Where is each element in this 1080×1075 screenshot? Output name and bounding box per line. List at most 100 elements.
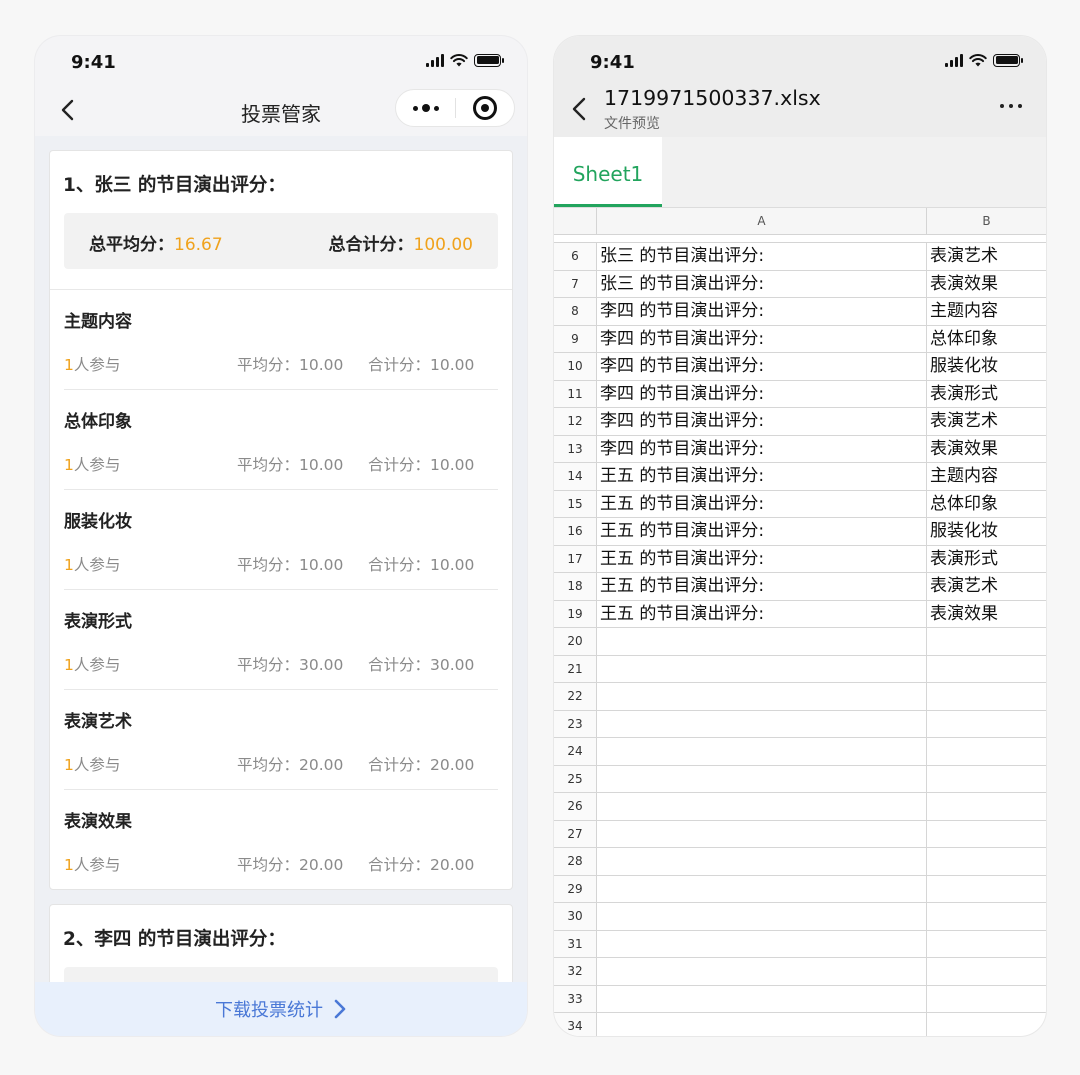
- cell-b[interactable]: 表演效果: [927, 601, 1046, 628]
- table-row: 28: [554, 848, 1046, 876]
- cell-a[interactable]: [597, 903, 927, 930]
- cell-a[interactable]: 李四 的节目演出评分:: [597, 353, 927, 380]
- miniprogram-capsule: [395, 89, 515, 127]
- cell-b[interactable]: 总体印象: [927, 491, 1046, 518]
- cell-a[interactable]: [597, 793, 927, 820]
- cell-a[interactable]: [597, 875, 927, 902]
- cell-b[interactable]: 表演艺术: [927, 573, 1046, 600]
- cell-b[interactable]: [927, 738, 1046, 765]
- cell-a[interactable]: 李四 的节目演出评分:: [597, 325, 927, 352]
- cell-b[interactable]: [927, 683, 1046, 710]
- cell-b[interactable]: [927, 656, 1046, 683]
- nav-bar: 投票管家: [35, 86, 527, 136]
- cell-a[interactable]: [597, 820, 927, 847]
- cell-a[interactable]: [597, 683, 927, 710]
- row-number: 12: [554, 408, 597, 435]
- total-value: 100.00: [413, 235, 473, 255]
- cell-a[interactable]: 张三 的节目演出评分:: [597, 270, 927, 297]
- cell-a[interactable]: [597, 710, 927, 737]
- cell-a[interactable]: [597, 628, 927, 655]
- cell-b[interactable]: 表演效果: [927, 271, 1046, 298]
- column-header-b[interactable]: B: [927, 208, 1046, 234]
- row-number: 25: [554, 765, 597, 792]
- cell-b[interactable]: 服装化妆: [927, 353, 1046, 380]
- cell-b[interactable]: [927, 766, 1046, 793]
- cell-b[interactable]: [927, 876, 1046, 903]
- cell-a[interactable]: [597, 1013, 927, 1036]
- score-summary: [64, 967, 498, 982]
- table-row: 8 李四 的节目演出评分: 主题内容: [554, 298, 1046, 326]
- cell-a[interactable]: [597, 985, 927, 1012]
- cell-a[interactable]: 王五 的节目演出评分:: [597, 600, 927, 627]
- chevron-right-icon: [334, 999, 346, 1019]
- item-total: 合计分：10.00: [368, 556, 475, 574]
- cell-a[interactable]: 张三 的节目演出评分:: [597, 243, 927, 270]
- wifi-icon: [969, 54, 987, 67]
- cell-b[interactable]: [927, 986, 1046, 1013]
- tab-sheet1[interactable]: Sheet1: [554, 137, 662, 207]
- row-number: 24: [554, 738, 597, 765]
- cell-a[interactable]: 李四 的节目演出评分:: [597, 380, 927, 407]
- total-label: 总合计分：: [328, 235, 414, 255]
- cell-b[interactable]: [927, 931, 1046, 958]
- cell-a[interactable]: 王五 的节目演出评分:: [597, 490, 927, 517]
- cell-b[interactable]: 主题内容: [927, 463, 1046, 490]
- cell-b[interactable]: [927, 821, 1046, 848]
- participant-count: 1: [64, 756, 74, 774]
- program-score-card: 1、张三 的节目演出评分： 总平均分：16.67 总合计分：100.00 主题内…: [49, 150, 513, 890]
- stats-scroll-area[interactable]: 1、张三 的节目演出评分： 总平均分：16.67 总合计分：100.00 主题内…: [35, 136, 527, 982]
- cell-a[interactable]: [597, 848, 927, 875]
- item-total: 合计分：30.00: [368, 656, 475, 674]
- cell-a[interactable]: [597, 958, 927, 985]
- table-row: 9 李四 的节目演出评分: 总体印象: [554, 325, 1046, 353]
- more-dots-icon[interactable]: [1000, 104, 1022, 108]
- participant-label: 人参与: [73, 756, 121, 774]
- table-row: 19 王五 的节目演出评分: 表演效果: [554, 600, 1046, 628]
- item-average: 平均分：10.00: [237, 356, 344, 374]
- cell-b[interactable]: 表演艺术: [927, 408, 1046, 435]
- cell-a[interactable]: 王五 的节目演出评分:: [597, 463, 927, 490]
- score-item: 表演形式 1人参与 平均分：30.00 合计分：30.00: [64, 590, 498, 690]
- close-target-icon[interactable]: [456, 90, 514, 126]
- cell-a[interactable]: 李四 的节目演出评分:: [597, 408, 927, 435]
- spreadsheet-grid[interactable]: 6 张三 的节目演出评分: 表演艺术 7 张三 的节目演出评分: 表演效果 8 李四 的节目演…: [554, 242, 1046, 1036]
- row-number: 13: [554, 435, 597, 462]
- download-stats-button[interactable]: 下载投票统计: [35, 982, 527, 1036]
- cell-b[interactable]: 表演形式: [927, 546, 1046, 573]
- cell-a[interactable]: 王五 的节目演出评分:: [597, 545, 927, 572]
- row-number: 17: [554, 545, 597, 572]
- participant-count: 1: [64, 356, 74, 374]
- cell-b[interactable]: 表演艺术: [927, 243, 1046, 270]
- cell-a[interactable]: 王五 的节目演出评分:: [597, 573, 927, 600]
- row-number: 22: [554, 683, 597, 710]
- cell-b[interactable]: [927, 711, 1046, 738]
- cell-b[interactable]: [927, 903, 1046, 930]
- back-chevron-icon[interactable]: [568, 96, 592, 122]
- table-row: 23: [554, 710, 1046, 738]
- cell-b[interactable]: 主题内容: [927, 298, 1046, 325]
- cell-b[interactable]: [927, 848, 1046, 875]
- item-average: 平均分：20.00: [237, 756, 344, 774]
- table-row: 15 王五 的节目演出评分: 总体印象: [554, 490, 1046, 518]
- more-dots-icon[interactable]: [396, 90, 455, 126]
- cell-b[interactable]: 服装化妆: [927, 518, 1046, 545]
- cell-a[interactable]: [597, 930, 927, 957]
- cell-a[interactable]: 李四 的节目演出评分:: [597, 298, 927, 325]
- table-row: 11 李四 的节目演出评分: 表演形式: [554, 380, 1046, 408]
- cell-a[interactable]: 李四 的节目演出评分:: [597, 435, 927, 462]
- card-title: 1、张三 的节目演出评分：: [63, 175, 286, 196]
- cell-a[interactable]: [597, 738, 927, 765]
- cell-b[interactable]: 总体印象: [927, 326, 1046, 353]
- column-header-a[interactable]: A: [597, 208, 927, 234]
- status-bar: 9:41: [35, 36, 527, 86]
- cell-b[interactable]: [927, 958, 1046, 985]
- cell-b[interactable]: [927, 1013, 1046, 1036]
- cell-a[interactable]: [597, 765, 927, 792]
- cell-b[interactable]: 表演效果: [927, 436, 1046, 463]
- cell-a[interactable]: 王五 的节目演出评分:: [597, 518, 927, 545]
- cell-b[interactable]: 表演形式: [927, 381, 1046, 408]
- cell-b[interactable]: [927, 628, 1046, 655]
- table-row: 10 李四 的节目演出评分: 服装化妆: [554, 353, 1046, 381]
- cell-a[interactable]: [597, 655, 927, 682]
- cell-b[interactable]: [927, 793, 1046, 820]
